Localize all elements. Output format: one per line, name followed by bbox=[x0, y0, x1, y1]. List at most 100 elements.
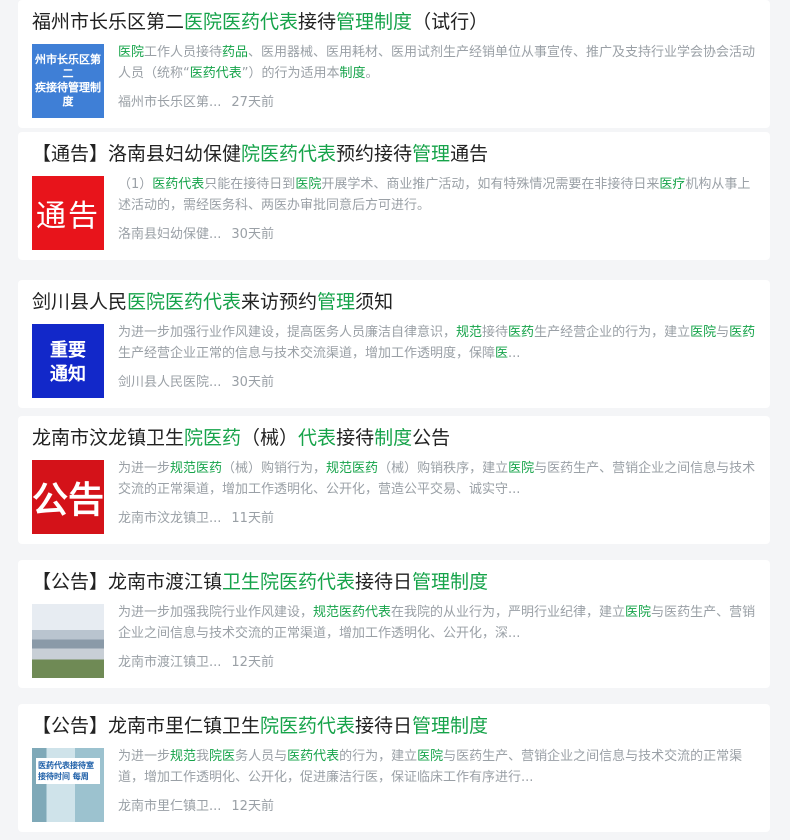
title-text: 须知 bbox=[355, 291, 394, 313]
result-thumbnail[interactable]: 医药代表接待室 接待时间 每周 bbox=[32, 748, 104, 822]
result-source[interactable]: 龙南市里仁镇卫... bbox=[118, 799, 221, 814]
snippet-highlight: 规范医药 bbox=[170, 461, 223, 476]
snippet-highlight: 规范 bbox=[170, 749, 197, 764]
title-highlight: 管理制度 bbox=[412, 715, 489, 737]
title-highlight: 管理制度 bbox=[336, 11, 413, 33]
title-highlight: 院医药代表 bbox=[241, 143, 337, 165]
snippet-text: 开展学术、商业推广活动，如有特殊情况需要在非接待日来 bbox=[321, 177, 660, 192]
result-card[interactable]: 【公告】龙南市渡江镇卫生院医药代表接待日管理制度为进一步加强我院行业作风建设，规… bbox=[18, 560, 770, 688]
title-highlight: 管理制度 bbox=[412, 571, 489, 593]
title-text: 接待日 bbox=[355, 715, 413, 737]
result-source[interactable]: 洛南县妇幼保健... bbox=[118, 227, 221, 242]
snippet-highlight: 医院 bbox=[295, 177, 322, 192]
snippet-highlight: 医院 bbox=[690, 325, 717, 340]
title-highlight: 制度 bbox=[374, 427, 413, 449]
snippet-text: 在我院的从业行为，严明行业纪律，建立 bbox=[391, 605, 626, 620]
title-highlight: 院医药代表 bbox=[260, 715, 356, 737]
title-highlight: 管理 bbox=[412, 143, 451, 165]
snippet-text: ... bbox=[508, 346, 521, 361]
snippet-text: 生产经营企业的行为，建立 bbox=[534, 325, 691, 340]
result-snippet: （1）医药代表只能在接待日到医院开展学术、商业推广活动，如有特殊情况需要在非接待… bbox=[118, 174, 756, 216]
result-thumbnail[interactable]: 公告 bbox=[32, 460, 104, 534]
snippet-text: ”）的行为适用本 bbox=[241, 66, 340, 81]
result-title[interactable]: 【公告】龙南市里仁镇卫生院医药代表接待日管理制度 bbox=[32, 712, 760, 740]
title-text: 通告 bbox=[450, 143, 489, 165]
result-title[interactable]: 福州市长乐区第二医院医药代表接待管理制度（试行） bbox=[32, 8, 760, 36]
thumbnail-sign-text: 医药代表接待室 接待时间 每周 bbox=[36, 758, 100, 784]
snippet-text: （械）购销秩序，建立 bbox=[378, 461, 509, 476]
result-time: 30天前 bbox=[231, 375, 274, 390]
snippet-highlight: 医药代表 bbox=[287, 749, 340, 764]
result-title[interactable]: 【公告】龙南市渡江镇卫生院医药代表接待日管理制度 bbox=[32, 568, 760, 596]
snippet-text: 。 bbox=[365, 66, 379, 81]
result-thumbnail[interactable] bbox=[32, 604, 104, 678]
snippet-highlight: 制度 bbox=[339, 66, 366, 81]
snippet-highlight: 医疗 bbox=[659, 177, 686, 192]
title-text: 接待 bbox=[298, 11, 337, 33]
snippet-text: 为进一步 bbox=[118, 749, 171, 764]
title-text: 龙南市汶龙镇卫生 bbox=[32, 427, 185, 449]
result-card[interactable]: 福州市长乐区第二医院医药代表接待管理制度（试行） 州市长乐区第二 疾接待管理制度医… bbox=[18, 0, 770, 128]
snippet-text: 接待 bbox=[482, 325, 509, 340]
title-text: 福州市长乐区第二 bbox=[32, 11, 185, 33]
result-snippet: 医院工作人员接待药品、医用器械、医用耗材、医用试剂生产经销单位从事宣传、推广及支… bbox=[118, 42, 756, 84]
result-source[interactable]: 龙南市渡江镇卫... bbox=[118, 655, 221, 670]
snippet-highlight: 医院 bbox=[118, 45, 145, 60]
thumbnail-text: 重要 通知 bbox=[50, 340, 86, 385]
title-text: 剑川县人民 bbox=[32, 291, 128, 313]
result-meta: 剑川县人民医院... 30天前 bbox=[118, 374, 284, 392]
result-source[interactable]: 剑川县人民医院... bbox=[118, 375, 221, 390]
title-highlight: 医院医药代表 bbox=[127, 291, 242, 313]
title-highlight: 卫生院医药代表 bbox=[222, 571, 356, 593]
result-card[interactable]: 剑川县人民医院医药代表来访预约管理须知 重要 通知 为进一步加强行业作风建设，提高医… bbox=[18, 280, 770, 408]
result-time: 12天前 bbox=[231, 655, 274, 670]
result-snippet: 为进一步规范医药（械）购销行为，规范医药（械）购销秩序，建立医院与医药生产、营销… bbox=[118, 458, 756, 500]
title-text: 接待日 bbox=[355, 571, 413, 593]
snippet-text: 为进一步加强我院行业作风建设， bbox=[118, 605, 314, 620]
snippet-text: 务人员与 bbox=[235, 749, 288, 764]
snippet-text: 为进一步 bbox=[118, 461, 171, 476]
snippet-highlight: 医院 bbox=[625, 605, 652, 620]
title-highlight: 医院医药代表 bbox=[184, 11, 299, 33]
title-text: 【公告】龙南市渡江镇 bbox=[32, 571, 223, 593]
snippet-text: 为进一步加强行业作风建设，提高医务人员廉洁自律意识， bbox=[118, 325, 457, 340]
result-card[interactable]: 【通告】洛南县妇幼保健院医药代表预约接待管理通告 通告 （1）医药代表只能在接待日到… bbox=[18, 132, 770, 260]
result-thumbnail[interactable]: 州市长乐区第二 疾接待管理制度 bbox=[32, 44, 104, 118]
result-snippet: 为进一步加强我院行业作风建设，规范医药代表在我院的从业行为，严明行业纪律，建立医… bbox=[118, 602, 756, 644]
result-source[interactable]: 福州市长乐区第... bbox=[118, 95, 221, 110]
result-thumbnail[interactable]: 重要 通知 bbox=[32, 324, 104, 398]
title-text: 【通告】洛南县妇幼保健 bbox=[32, 143, 242, 165]
result-card[interactable]: 龙南市汶龙镇卫生院医药（械）代表接待制度公告 公告 为进一步规范医药（械）购销行为，… bbox=[18, 416, 770, 544]
result-time: 11天前 bbox=[231, 511, 274, 526]
title-text: （械） bbox=[241, 427, 299, 449]
title-highlight: 院医药 bbox=[184, 427, 242, 449]
title-text: （试行） bbox=[412, 11, 489, 33]
result-time: 30天前 bbox=[231, 227, 274, 242]
thumbnail-text: 公告 bbox=[32, 480, 104, 521]
result-source[interactable]: 龙南市汶龙镇卫... bbox=[118, 511, 221, 526]
title-text: 公告 bbox=[412, 427, 451, 449]
result-meta: 龙南市汶龙镇卫... 11天前 bbox=[118, 510, 284, 528]
result-title[interactable]: 剑川县人民医院医药代表来访预约管理须知 bbox=[32, 288, 760, 316]
snippet-text: （械）购销行为， bbox=[222, 461, 327, 476]
title-text: 预约接待 bbox=[336, 143, 413, 165]
result-title[interactable]: 【通告】洛南县妇幼保健院医药代表预约接待管理通告 bbox=[32, 140, 760, 168]
result-thumbnail[interactable]: 通告 bbox=[32, 176, 104, 250]
snippet-text: 与 bbox=[716, 325, 730, 340]
snippet-text: （1） bbox=[118, 177, 153, 192]
title-text: 【公告】龙南市里仁镇卫生 bbox=[32, 715, 261, 737]
snippet-text: 只能在接待日到 bbox=[204, 177, 296, 192]
result-snippet: 为进一步加强行业作风建设，提高医务人员廉洁自律意识，规范接待医药生产经营企业的行… bbox=[118, 322, 756, 364]
snippet-highlight: 药品 bbox=[222, 45, 249, 60]
snippet-highlight: 医药代表 bbox=[189, 66, 242, 81]
title-text: 接待 bbox=[336, 427, 375, 449]
snippet-highlight: 规范 bbox=[456, 325, 483, 340]
result-title[interactable]: 龙南市汶龙镇卫生院医药（械）代表接待制度公告 bbox=[32, 424, 760, 452]
snippet-text: 工作人员接待 bbox=[144, 45, 223, 60]
thumbnail-text: 通告 bbox=[36, 199, 100, 234]
snippet-highlight: 规范医药代表 bbox=[313, 605, 392, 620]
result-time: 27天前 bbox=[231, 95, 274, 110]
result-meta: 福州市长乐区第... 27天前 bbox=[118, 94, 284, 112]
result-card[interactable]: 【公告】龙南市里仁镇卫生院医药代表接待日管理制度医药代表接待室 接待时间 每周 为… bbox=[18, 704, 770, 832]
snippet-highlight: 医院 bbox=[508, 461, 535, 476]
